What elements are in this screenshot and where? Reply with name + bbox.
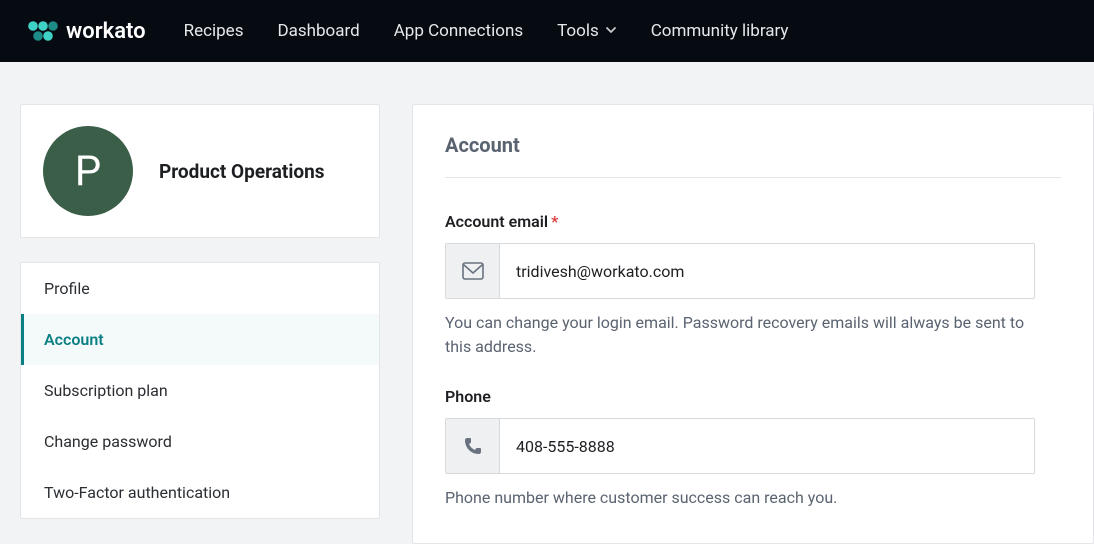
phone-input[interactable] <box>500 419 1034 473</box>
envelope-icon <box>446 244 500 298</box>
avatar-initial: P <box>75 147 102 196</box>
brand-logo[interactable]: workato <box>28 19 146 44</box>
avatar: P <box>43 126 133 216</box>
brand-name: workato <box>66 19 146 44</box>
section-title: Account <box>445 133 1061 178</box>
profile-card: P Product Operations <box>20 104 380 238</box>
required-indicator: * <box>551 212 558 231</box>
top-navigation: workato Recipes Dashboard App Connection… <box>0 0 1094 62</box>
phone-label: Phone <box>445 387 1061 406</box>
phone-input-wrap <box>445 418 1035 474</box>
phone-icon <box>446 419 500 473</box>
sidebar-item-account[interactable]: Account <box>21 314 379 365</box>
nav-tools[interactable]: Tools <box>557 21 617 41</box>
logo-mark-icon <box>28 20 58 42</box>
sidebar-item-two-factor-authentication[interactable]: Two-Factor authentication <box>21 467 379 518</box>
sidebar-item-subscription-plan[interactable]: Subscription plan <box>21 365 379 416</box>
nav-recipes[interactable]: Recipes <box>184 21 244 41</box>
nav-links: Recipes Dashboard App Connections Tools … <box>184 21 789 41</box>
sidebar-item-change-password[interactable]: Change password <box>21 416 379 467</box>
phone-group: Phone Phone number where customer succes… <box>445 387 1061 510</box>
nav-dashboard[interactable]: Dashboard <box>277 21 359 41</box>
email-input[interactable] <box>500 244 1034 298</box>
account-email-label: Account email * <box>445 212 1061 231</box>
settings-sidebar: Profile Account Subscription plan Change… <box>20 262 380 519</box>
email-input-wrap <box>445 243 1035 299</box>
chevron-down-icon <box>605 21 617 41</box>
account-email-group: Account email * You can change your logi… <box>445 212 1061 359</box>
account-panel: Account Account email * You can change y… <box>412 104 1094 544</box>
phone-help-text: Phone number where customer success can … <box>445 486 1025 510</box>
sidebar-item-profile[interactable]: Profile <box>21 263 379 314</box>
email-help-text: You can change your login email. Passwor… <box>445 311 1025 359</box>
nav-community-library[interactable]: Community library <box>651 21 789 41</box>
nav-app-connections[interactable]: App Connections <box>394 21 523 41</box>
profile-name: Product Operations <box>159 160 325 183</box>
